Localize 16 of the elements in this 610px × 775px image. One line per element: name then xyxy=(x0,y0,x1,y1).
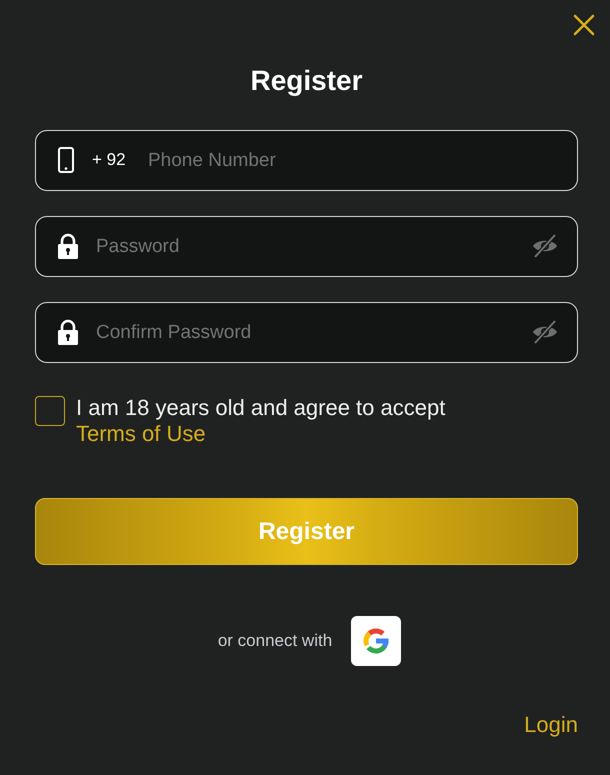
lock-icon xyxy=(57,319,79,345)
login-link[interactable]: Login xyxy=(524,712,578,738)
close-button[interactable] xyxy=(572,13,596,37)
terms-link[interactable]: Terms of Use xyxy=(76,421,206,446)
dialog-title: Register xyxy=(250,64,363,98)
hidden-eye-icon[interactable] xyxy=(531,233,559,259)
agreement-text: I am 18 years old and agree to accept Terms of Use xyxy=(76,395,446,447)
hidden-eye-icon[interactable] xyxy=(531,319,559,345)
password-field[interactable]: Password xyxy=(35,216,578,277)
checkbox[interactable] xyxy=(35,396,65,426)
google-button[interactable] xyxy=(351,616,402,666)
country-code: + 92 xyxy=(92,150,126,170)
phone-icon xyxy=(57,147,75,173)
lock-icon xyxy=(57,233,79,259)
connect-label: or connect with xyxy=(218,631,332,651)
password-field[interactable]: Confirm Password xyxy=(35,302,578,363)
